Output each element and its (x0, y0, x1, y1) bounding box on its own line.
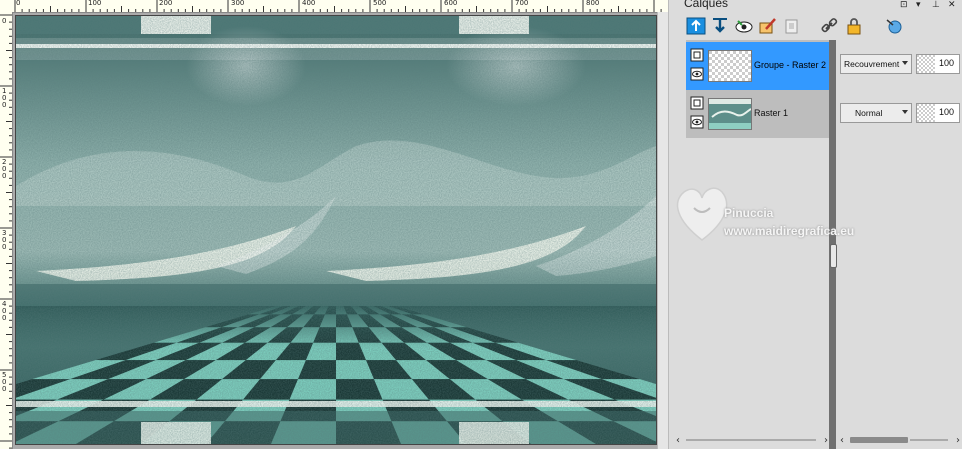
layer-visibility-controls (690, 96, 704, 129)
canvas-vertical-scrollbar[interactable] (657, 12, 668, 449)
opacity-field[interactable]: 100 (916, 103, 960, 123)
close-icon[interactable]: ✕ (948, 0, 956, 10)
watermark: Pinuccia www.maidiregrafica.eu (670, 180, 890, 250)
new-raster-layer-icon[interactable] (686, 17, 706, 35)
group-toggle-icon (690, 48, 704, 62)
layers-horizontal-scrollbar[interactable]: ‹ › (676, 436, 828, 446)
opacity-value: 100 (939, 58, 955, 68)
ruler-horizontal: 0 100 200 300 400 500 600 700 800 (0, 0, 668, 13)
layer-row-raster-1[interactable]: Raster 1 (686, 90, 832, 138)
blend-mode-value: Recouvrement (844, 59, 900, 69)
ruler-label: 700 (515, 0, 529, 7)
image-canvas[interactable] (15, 15, 657, 445)
scroll-left-icon[interactable]: ‹ (676, 436, 680, 446)
ruler-label: 600 (444, 0, 458, 7)
opacity-swatch (917, 104, 935, 122)
ruler-label: 0 (2, 17, 7, 25)
ruler-label: 300 (231, 0, 245, 7)
pin-icon[interactable]: ⊥ (932, 0, 940, 10)
watermark-name: Pinuccia (724, 206, 774, 220)
panel-title: Calques (684, 0, 729, 10)
dropdown-arrow-icon (902, 61, 908, 65)
ruler-label: 800 (586, 0, 600, 7)
layer-row-groupe-raster-2[interactable]: Groupe - Raster 2 (686, 42, 832, 90)
opacity-value: 100 (939, 107, 955, 117)
scroll-left-icon[interactable]: ‹ (840, 436, 844, 446)
blend-mode-value: Normal (855, 108, 883, 118)
layer-name: Groupe - Raster 2 (754, 60, 827, 70)
layers-toolbar (672, 14, 962, 38)
artwork (16, 16, 656, 444)
restore-icon[interactable]: ⊡ (900, 0, 908, 10)
watermark-url: www.maidiregrafica.eu (724, 224, 855, 238)
new-vector-layer-icon[interactable] (710, 17, 730, 35)
layer-type-icon (690, 96, 704, 110)
dropdown-arrow-icon (902, 110, 908, 114)
new-mask-layer-icon[interactable] (734, 17, 754, 35)
ruler-vertical: 0 1 0 0 2 0 0 3 0 0 4 0 0 5 0 0 (0, 12, 13, 449)
opacity-field[interactable]: 100 (916, 54, 960, 74)
ruler-label: 2 0 0 (2, 158, 7, 180)
ruler-label: 5 0 0 (2, 371, 7, 393)
lock-icon[interactable] (844, 17, 864, 35)
blend-mode-dropdown[interactable]: Recouvrement (840, 54, 912, 74)
layer-thumbnail-transparent (708, 50, 752, 82)
ruler-label: 0 (16, 0, 21, 7)
menu-arrow-icon[interactable]: ▾ (916, 0, 921, 10)
scroll-right-icon[interactable]: › (956, 436, 960, 446)
ruler-label: 200 (159, 0, 173, 7)
link-icon[interactable] (820, 17, 840, 35)
layer-visibility-controls (690, 48, 704, 81)
new-adjustment-layer-icon[interactable] (758, 17, 778, 35)
ruler-label: 1 0 0 (2, 87, 7, 109)
props-horizontal-scrollbar[interactable]: ‹ › (840, 436, 960, 446)
opacity-swatch (917, 55, 935, 73)
layer-thumbnail-raster (708, 98, 752, 130)
canvas-area[interactable]: 0 100 200 300 400 500 600 700 800 0 1 0 … (0, 0, 668, 449)
layers-list: Groupe - Raster 2 Raster 1 (686, 40, 832, 138)
blend-mode-dropdown[interactable]: Normal (840, 103, 912, 123)
ruler-label: 500 (373, 0, 387, 7)
ruler-label: 100 (88, 0, 102, 7)
scroll-right-icon[interactable]: › (824, 436, 828, 446)
ruler-label: 400 (302, 0, 316, 7)
scroll-thumb (850, 437, 908, 443)
duplicate-layer-icon[interactable] (782, 17, 802, 35)
layer-name: Raster 1 (754, 108, 789, 118)
layer-properties-icon[interactable] (884, 17, 904, 35)
heart-logo-icon (676, 187, 728, 241)
ruler-label: 3 0 0 (2, 229, 7, 251)
ruler-label: 4 0 0 (2, 300, 7, 322)
